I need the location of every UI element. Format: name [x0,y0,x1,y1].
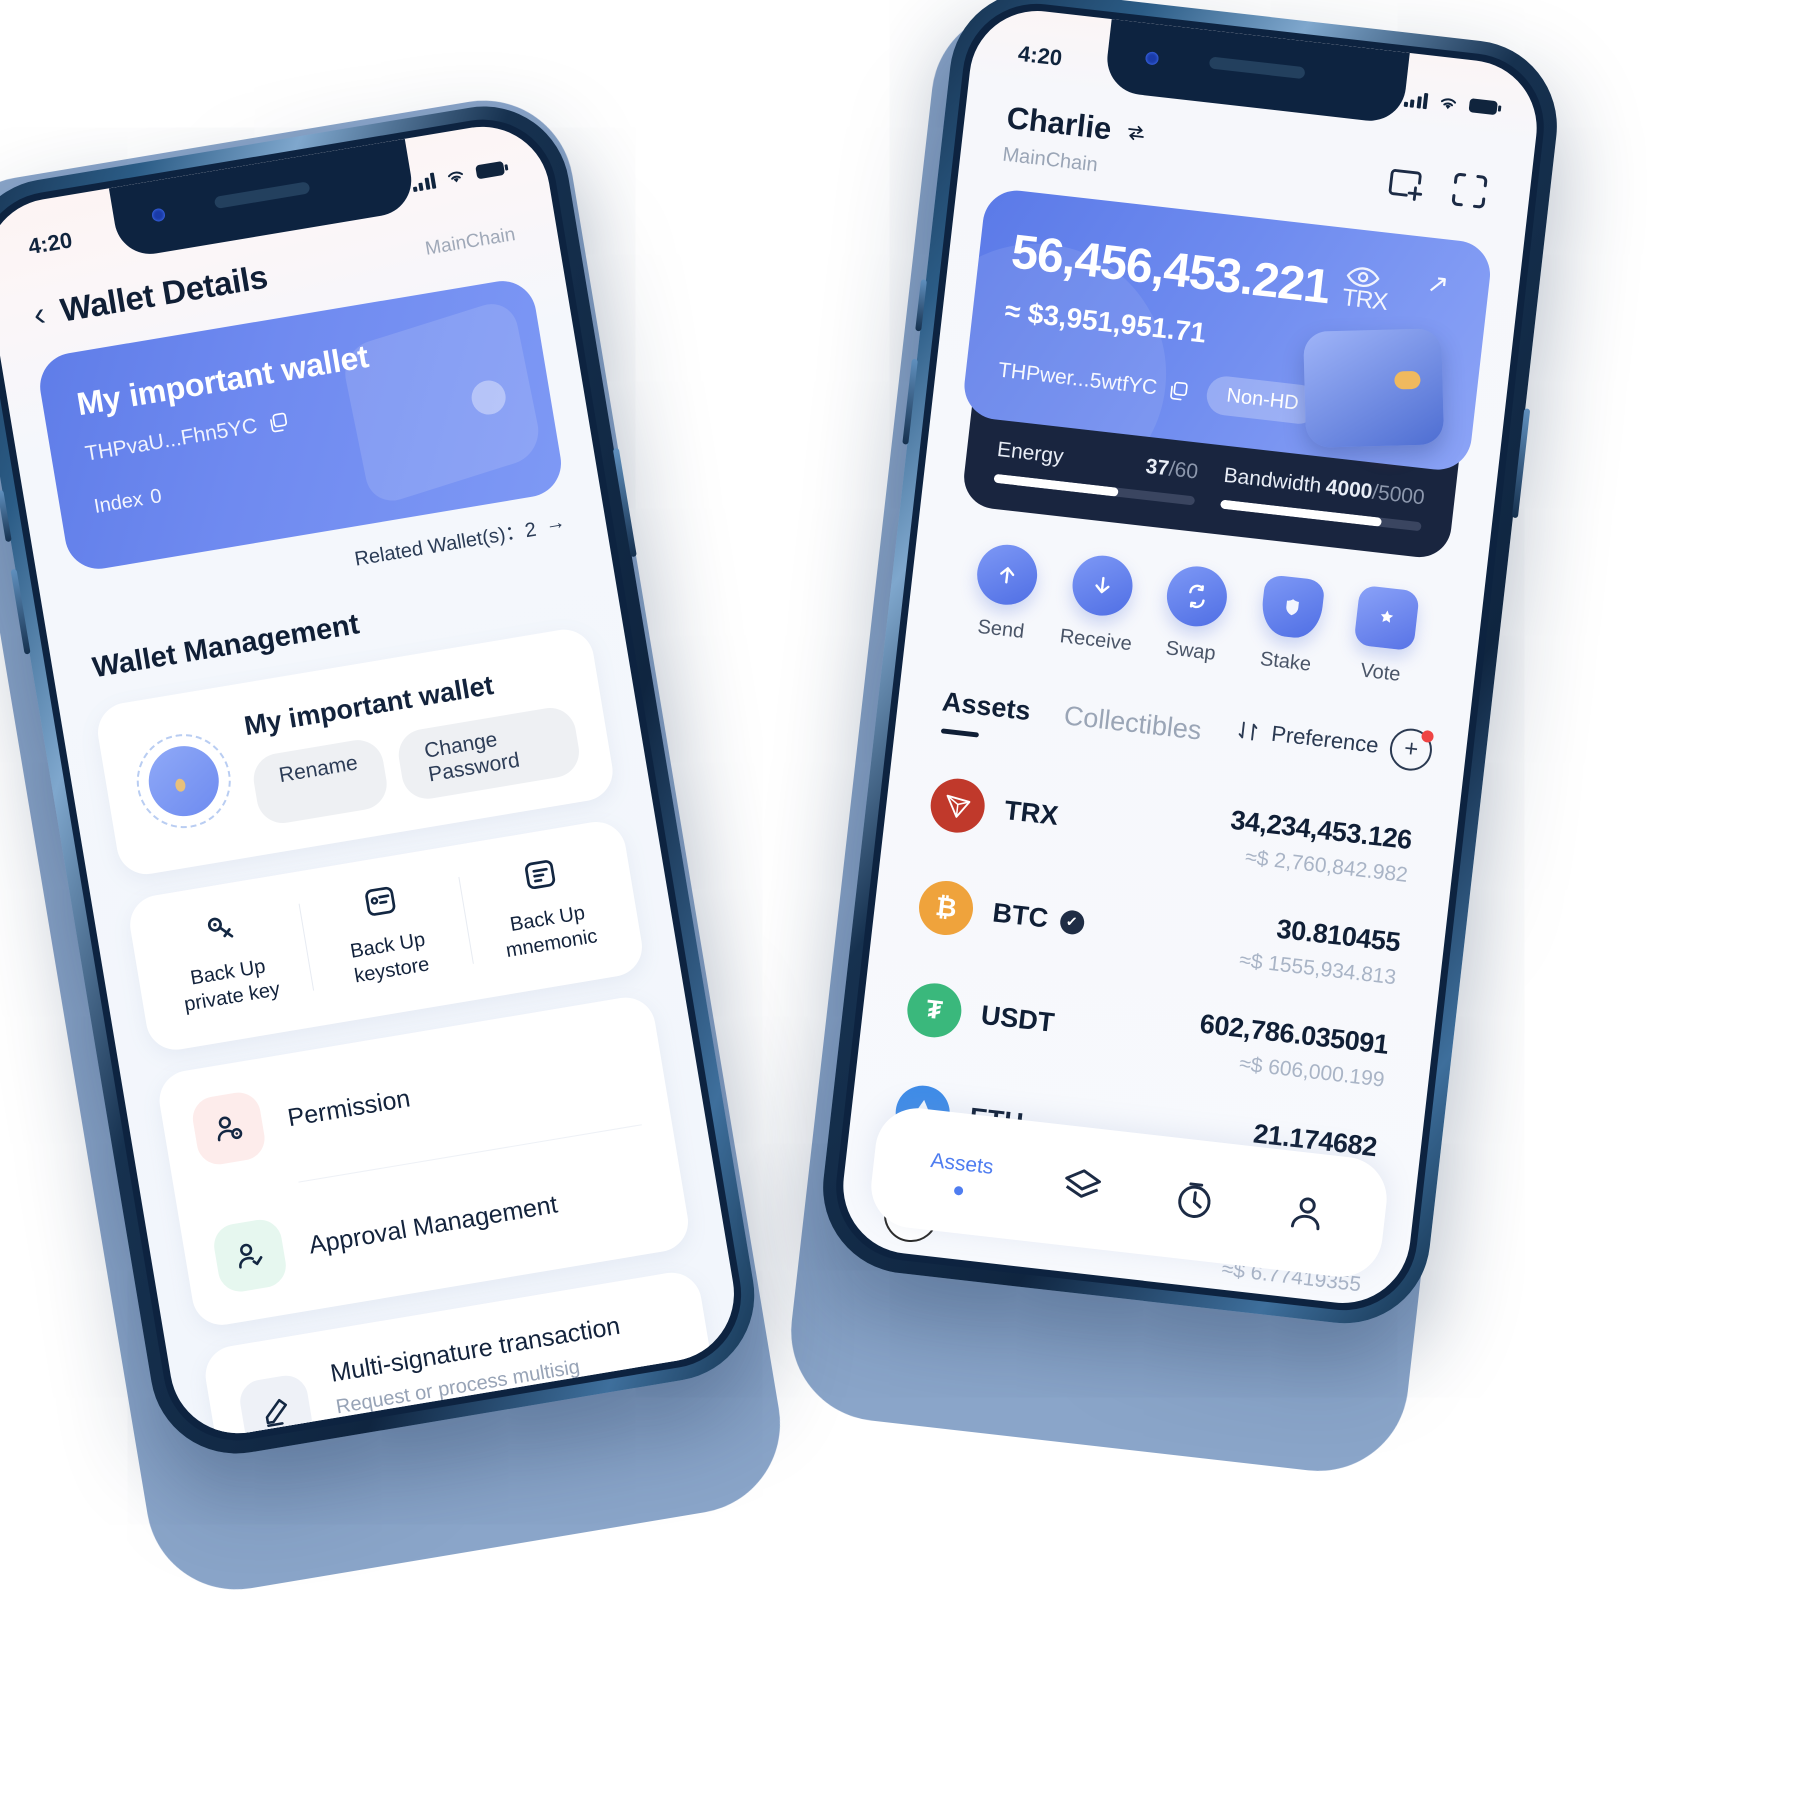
swap-icon [1163,563,1231,630]
shield-icon [1258,573,1325,641]
tabbar-item-layers[interactable] [1058,1163,1107,1212]
ticket-icon [1353,584,1420,652]
resource-bandwidth-value: 4000 [1324,475,1374,504]
cellular-signal-icon-right [1403,89,1429,109]
screenshot-stage: 4:20 ‹ Wallet Details MainChain My impor… [0,0,1800,1800]
arrow-right-icon: → [543,510,567,536]
power-button[interactable] [612,447,637,558]
wallet-index-value: 0 [148,485,164,509]
battery-icon-right [1468,98,1498,116]
action-send[interactable]: Send [954,540,1056,647]
copy-icon-right[interactable] [1166,378,1190,402]
tabbar-item-profile[interactable] [1282,1188,1331,1237]
action-swap[interactable]: Swap [1144,561,1246,668]
btc-coin-icon: ₿ [916,877,976,938]
wallet-index-label: Index [92,488,145,518]
page-title: Wallet Details [57,257,271,329]
resource-energy[interactable]: Energy 37/60 [993,438,1199,506]
avatar[interactable] [129,726,238,835]
switch-accounts-icon[interactable] [1122,120,1150,145]
add-wallet-icon[interactable] [1384,161,1428,205]
usdt-coin-icon: ₮ [904,979,965,1040]
tabbar-label-assets: Assets [929,1148,995,1179]
mnemonic-icon [525,860,556,890]
balance-unit: TRX [1340,284,1389,316]
account-name: Charlie [1004,99,1114,147]
chain-label-right: MainChain [1001,143,1099,177]
cellular-signal-icon [410,171,437,192]
resource-bandwidth[interactable]: Bandwidth 4000/5000 [1220,464,1426,532]
permissions-card: Permission Approval Management [155,993,693,1330]
right-phone-screen: 4:20 Charlie MainChain ↗ 56,456,453.221 … [836,3,1544,1311]
sort-icon[interactable] [1234,718,1261,745]
status-time-right: 4:20 [1016,40,1064,71]
account-switcher[interactable]: Charlie [1005,100,1151,152]
backup-mnemonic-button[interactable]: Back Up mnemonic [457,844,633,969]
rename-button[interactable]: Rename [249,736,391,827]
action-vote-label: Vote [1359,659,1402,686]
wallet-3d-illustration [1303,328,1445,448]
verified-badge-icon: ✓ [1058,908,1086,936]
battery-icon [475,160,506,180]
user-check-icon [210,1216,290,1295]
action-stake[interactable]: Stake [1239,572,1341,679]
chain-label: MainChain [423,224,517,260]
keystore-icon [365,886,396,916]
arrow-down-icon [1068,552,1136,619]
key-icon [207,917,234,938]
asset-symbol-usdt: USDT [979,999,1056,1038]
menu-label-approval-management: Approval Management [306,1189,560,1260]
backup-private-key-button[interactable]: Back Up private key [138,898,314,1023]
change-password-button[interactable]: Change Password [395,704,583,803]
resource-bandwidth-label: Bandwidth [1222,463,1323,498]
wifi-icon-right [1440,98,1457,110]
power-button-right[interactable] [1511,408,1531,519]
pencil-icon [236,1371,316,1444]
preference-label[interactable]: Preference [1270,721,1380,759]
resource-bandwidth-max: 5000 [1376,481,1426,510]
back-chevron-icon[interactable]: ‹ [31,295,48,334]
tabbar-item-assets[interactable]: Assets [927,1148,995,1198]
action-vote[interactable]: Vote [1333,583,1435,690]
wallet-avatar-icon [143,740,224,821]
layers-icon [1065,1169,1102,1198]
tabbar-active-dot [954,1185,965,1196]
profile-icon [1290,1197,1319,1231]
explore-icon [1178,1182,1211,1218]
add-token-icon[interactable]: + [1387,726,1435,773]
resource-energy-value: 37 [1144,454,1171,481]
backup-keystore-button[interactable]: Back Up keystore [298,871,474,996]
menu-label-permission: Permission [285,1083,413,1132]
status-badge-non-hd: Non-HD [1204,374,1321,426]
right-phone-bezel: 4:20 Charlie MainChain ↗ 56,456,453.221 … [828,0,1552,1318]
wallet-illustration [339,296,544,509]
resource-energy-label: Energy [995,437,1065,469]
arrow-up-right-icon[interactable]: ↗ [1425,268,1450,301]
arrow-up-icon [973,541,1041,608]
status-time: 4:20 [26,227,74,260]
asset-symbol-trx: TRX [1002,795,1060,831]
asset-symbol-btc: BTC [991,897,1050,934]
trx-coin-icon [927,775,988,836]
resource-energy-max: 60 [1173,458,1200,484]
wifi-icon [447,171,463,183]
scan-qr-icon[interactable] [1447,169,1491,213]
wallet-address: THPvaU...Fhn5YC [83,414,259,466]
tabbar-item-explore[interactable] [1170,1176,1219,1225]
action-receive[interactable]: Receive [1049,551,1151,658]
copy-icon[interactable] [265,410,290,435]
user-gear-icon [189,1089,268,1168]
